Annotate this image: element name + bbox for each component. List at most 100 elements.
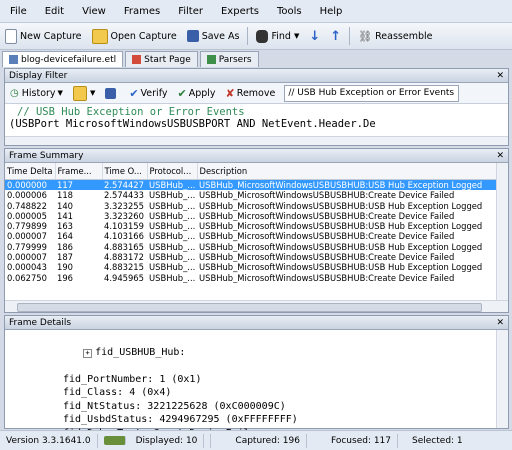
cell-frame-number: 118 [57, 190, 73, 201]
chevron-down-icon: ▼ [89, 89, 96, 97]
cell-time-offset: 4.945965 [104, 272, 144, 283]
table-row[interactable]: 0.779999 186 4.883165 USBHub_... USBHub_Micr… [5, 242, 497, 252]
toolbar-separator [349, 27, 351, 45]
remove-label: Remove [236, 87, 276, 99]
find-button[interactable]: Find ▼ [251, 26, 304, 46]
menu-filter[interactable]: Filter [168, 6, 211, 17]
filter-name-field[interactable]: // USB Hub Exception or Error Events [284, 84, 460, 102]
tree-node-usbhub-hub[interactable]: + fid_USBHUB_Hub: [5, 332, 508, 373]
chevron-down-icon: ▼ [293, 32, 300, 40]
displayed-count-text: Displayed: 10 [130, 433, 205, 448]
cell-frame-number: 186 [57, 241, 73, 252]
frame-details-titlebar: Frame Details ✕ [5, 316, 508, 330]
verify-button[interactable]: ✔ Verify [124, 83, 172, 103]
scrollbar-thumb[interactable] [17, 303, 482, 312]
column-header-time-delta[interactable]: Time Delta [5, 163, 56, 180]
cell-time-offset: 4.103166 [104, 231, 144, 242]
cell-protocol: USBHub_... [149, 200, 196, 211]
cell-frame-number: 164 [57, 231, 73, 242]
cell-description: USBHub_MicrosoftWindowsUSBUSBHUB:USB Hub… [199, 262, 483, 273]
capture-file-icon [9, 55, 18, 64]
new-capture-button[interactable]: New Capture [0, 26, 87, 46]
tree-node-port-number[interactable]: fid_PortNumber: 1 (0x1) [5, 373, 508, 387]
remove-button[interactable]: ✘ Remove [221, 83, 281, 103]
menu-bar: File Edit View Frames Filter Experts Too… [0, 0, 512, 23]
filter-horizontal-scrollbar[interactable] [5, 136, 508, 145]
table-row[interactable]: 0.000043 190 4.883215 USBHub_... USBHub_Micr… [5, 262, 497, 272]
open-capture-button[interactable]: Open Capture [87, 26, 182, 46]
table-row[interactable]: 0.000000 117 2.574427 USBHub_... USBHub_Micr… [5, 179, 497, 191]
focused-count: Focused: 117 [307, 433, 399, 448]
table-row[interactable]: 0.000006 118 2.574433 USBHub_... USBHub_Micr… [5, 190, 497, 200]
tree-node-label: fid_USBHUB_Hub: [95, 346, 186, 358]
menu-frames[interactable]: Frames [114, 6, 168, 17]
save-as-button[interactable]: Save As [182, 26, 245, 46]
close-icon[interactable]: ✕ [496, 151, 504, 161]
find-previous-button[interactable]: ↑ [325, 26, 346, 46]
save-filter-button[interactable] [100, 83, 124, 103]
table-row[interactable]: 0.000007 164 4.103166 USBHub_... USBHub_Micr… [5, 231, 497, 241]
find-label: Find [271, 30, 291, 42]
details-vertical-scrollbar[interactable] [496, 330, 508, 428]
reassemble-label: Reassemble [375, 30, 433, 42]
menu-view[interactable]: View [72, 6, 114, 17]
cell-protocol: USBHub_... [149, 221, 196, 232]
column-header-protocol[interactable]: Protocol... [147, 163, 198, 180]
column-header-description[interactable]: Description [197, 163, 498, 180]
cell-protocol: USBHub_... [149, 262, 196, 273]
column-header-time-offset[interactable]: Time O... [102, 163, 148, 180]
open-folder-icon [91, 28, 108, 44]
cell-time-delta: 0.748822 [7, 200, 47, 211]
menu-file[interactable]: File [0, 6, 35, 17]
tree-node-usbd-status[interactable]: fid_UsbdStatus: 4294967295 (0xFFFFFFFF) [5, 413, 508, 427]
apply-button[interactable]: ✔ Apply [173, 83, 221, 103]
load-filter-button[interactable]: ▼ [68, 83, 100, 103]
column-header-frame-number[interactable]: Frame... [55, 163, 103, 180]
cell-time-delta: 0.000000 [5, 179, 55, 191]
table-row[interactable]: 0.779899 163 4.103159 USBHub_... USBHub_Micr… [5, 221, 497, 231]
frame-details-panel: Frame Details ✕ + fid_USBHUB_Hub: fid_Por… [4, 315, 509, 439]
table-row[interactable]: 0.000007 187 4.883172 USBHub_... USBHub_Micr… [5, 252, 497, 262]
save-icon [186, 30, 199, 42]
menu-experts[interactable]: Experts [211, 6, 267, 17]
history-button[interactable]: ◷ History ▼ [5, 83, 68, 103]
menu-edit[interactable]: Edit [35, 6, 72, 17]
frame-vertical-scrollbar[interactable] [496, 163, 508, 300]
tab-parsers[interactable]: Parsers [199, 51, 259, 67]
checkmark-icon: ✔ [129, 86, 139, 100]
cell-time-offset: 4.103159 [104, 221, 144, 232]
tab-start-page-label: Start Page [144, 54, 191, 65]
table-row[interactable]: 0.000005 141 3.323260 USBHub_... USBHub_Micr… [5, 211, 497, 221]
table-row[interactable]: 0.062750 196 4.945965 USBHub_... USBHub_Micr… [5, 273, 497, 283]
history-icon: ◷ [10, 87, 19, 99]
expand-plus-icon[interactable]: + [83, 348, 93, 358]
frame-horizontal-scrollbar[interactable] [5, 300, 508, 312]
chevron-down-icon: ▼ [57, 89, 63, 97]
cell-time-delta: 0.779999 [7, 241, 47, 252]
display-filter-panel: Display Filter ✕ ◷ History ▼ ▼ ✔ Verify … [4, 68, 509, 146]
cell-time-delta: 0.000007 [7, 252, 47, 263]
history-label: History [21, 87, 56, 99]
menu-tools[interactable]: Tools [267, 6, 310, 17]
arrow-up-icon: ↑ [330, 28, 342, 44]
table-row[interactable]: 0.748822 140 3.323255 USBHub_... USBHub_Micr… [5, 201, 497, 211]
cell-description: USBHub_MicrosoftWindowsUSBUSBHUB:Create … [199, 231, 455, 242]
home-icon [132, 55, 142, 64]
find-next-button[interactable]: ↓ [304, 26, 325, 46]
filter-editor[interactable]: // USB Hub Exception or Error Events (US… [5, 104, 508, 136]
cell-time-delta: 0.000006 [7, 190, 47, 201]
tree-node-nt-status[interactable]: fid_NtStatus: 3221225628 (0xC000009C) [5, 400, 508, 414]
new-document-icon [5, 28, 17, 44]
tab-capture-file[interactable]: blog-devicefailure.etl [2, 51, 124, 67]
close-icon[interactable]: ✕ [496, 71, 504, 81]
tab-capture-file-label: blog-devicefailure.etl [21, 54, 117, 65]
menu-help[interactable]: Help [310, 6, 351, 17]
tree-node-class[interactable]: fid_Class: 4 (0x4) [5, 386, 508, 400]
reassemble-button[interactable]: ⛓ Reassemble [353, 26, 437, 46]
tab-start-page[interactable]: Start Page [125, 51, 198, 67]
cell-time-offset: 2.574433 [104, 190, 144, 201]
cell-frame-number: 187 [57, 252, 73, 263]
cell-time-offset: 3.323255 [104, 200, 144, 211]
close-icon[interactable]: ✕ [496, 318, 504, 328]
frame-summary-grid: Time Delta Frame... Time O... Protocol..… [5, 163, 508, 300]
